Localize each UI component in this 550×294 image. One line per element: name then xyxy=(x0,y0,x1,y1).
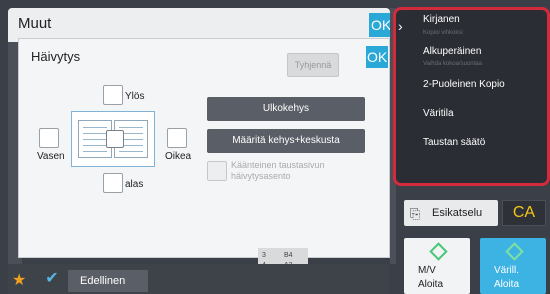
left-label: Vasen xyxy=(37,151,65,162)
clear-all-button[interactable]: CA xyxy=(502,200,546,226)
left-checkbox[interactable] xyxy=(39,128,59,148)
right-checkbox[interactable] xyxy=(167,128,187,148)
menu-item-booklet[interactable]: Kirjanen xyxy=(423,14,460,25)
menu-item-original[interactable]: Alkuperäinen xyxy=(423,46,481,57)
start-icon xyxy=(429,242,448,261)
center-checkbox[interactable] xyxy=(106,130,124,148)
tray-size: B4 xyxy=(284,252,293,259)
frame-center-button[interactable]: Määritä kehys+keskusta xyxy=(207,129,365,153)
preview-label: Esikatselu xyxy=(432,207,483,219)
start-icon xyxy=(505,242,524,261)
app-title: Muut xyxy=(18,15,52,32)
app-header xyxy=(8,8,390,42)
start-color-label-2: Aloita xyxy=(494,279,520,290)
tray-num: 3 xyxy=(262,252,266,259)
dialog-ok-button[interactable]: OK xyxy=(366,46,388,68)
app-ok-button[interactable]: OK xyxy=(369,13,391,37)
top-label: Ylös xyxy=(125,91,145,102)
preview-icon: ⎘ xyxy=(410,206,421,221)
chevron-right-icon[interactable]: › xyxy=(398,18,403,34)
dialog-title: Häivytys xyxy=(31,49,81,64)
inverted-label: Käänteinen taustasivun häivytysasento xyxy=(231,160,325,181)
settings-menu xyxy=(393,7,550,186)
start-color-button[interactable]: Värill. Aloita xyxy=(480,238,546,294)
menu-item-background[interactable]: Taustan säätö xyxy=(423,137,485,148)
right-label: Oikea xyxy=(165,151,192,162)
start-color-label-1: Värill. xyxy=(494,265,520,276)
menu-item-duplex[interactable]: 2-Puoleinen Kopio xyxy=(423,79,505,90)
menu-item-booklet-sub: Kopioi vihkoksi xyxy=(423,30,463,36)
check-icon[interactable]: ✔ xyxy=(40,268,64,290)
page-preview xyxy=(71,111,155,167)
bottom-checkbox[interactable] xyxy=(103,173,123,193)
clear-button[interactable]: Tyhjennä xyxy=(287,53,339,77)
start-mono-label-2: Aloita xyxy=(418,279,444,290)
bottom-label: alas xyxy=(125,179,144,190)
previous-button[interactable]: Edellinen xyxy=(68,270,148,292)
menu-item-color-mode[interactable]: Väritila xyxy=(423,108,454,119)
menu-item-original-sub: Vaihda kokoa/suuntaa xyxy=(423,61,482,67)
start-mono-button[interactable]: M/V Aloita xyxy=(404,238,470,294)
start-mono-label-1: M/V xyxy=(418,265,436,276)
inverted-checkbox[interactable] xyxy=(207,161,227,181)
bottom-bar xyxy=(8,264,390,294)
star-icon[interactable]: ★ xyxy=(12,270,26,290)
fade-dialog: Häivytys Tyhjennä Ylös Vasen Oikea alas … xyxy=(18,38,390,258)
top-checkbox[interactable] xyxy=(103,85,123,105)
outer-frame-button[interactable]: Ulkokehys xyxy=(207,97,365,121)
